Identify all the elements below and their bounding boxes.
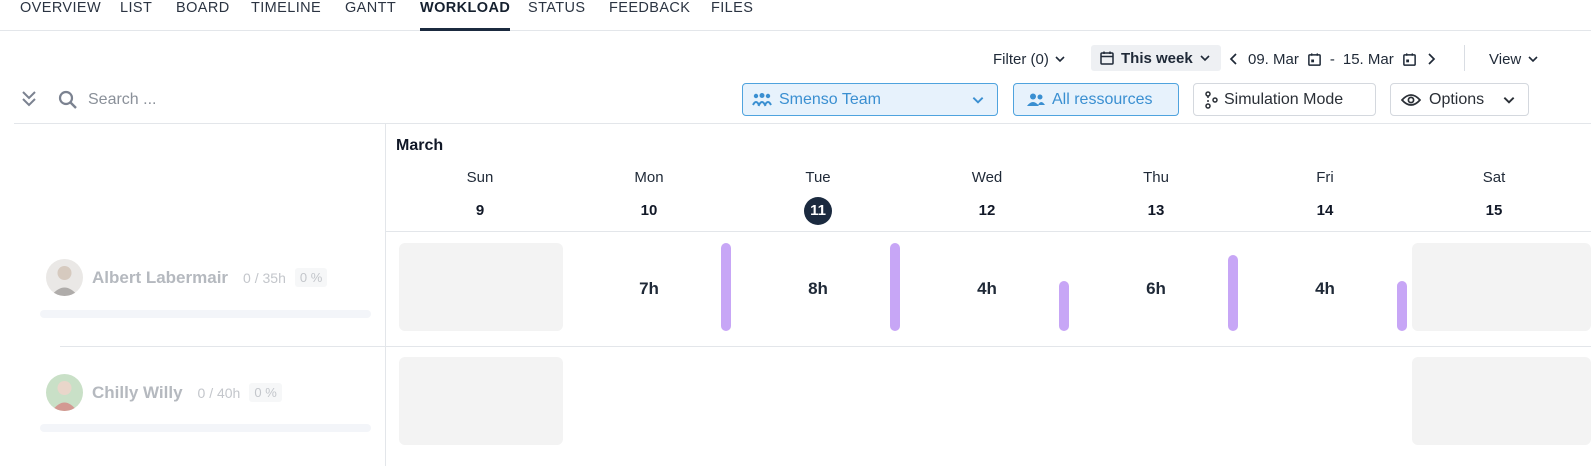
day-header-fri: Fri 14 (1265, 168, 1385, 225)
day-header-sun: Sun 9 (420, 168, 540, 225)
team-label: Smenso Team (779, 90, 881, 108)
tab-feedback[interactable]: FEEDBACK (609, 0, 690, 31)
workload-bar (1397, 281, 1407, 331)
workload-hours[interactable]: 8h (778, 279, 858, 299)
workload-bar (1228, 255, 1238, 331)
day-number: 14 (1316, 202, 1334, 219)
chevron-down-icon (1200, 55, 1210, 62)
calendar-icon[interactable] (1402, 52, 1417, 67)
day-header-thu: Thu 13 (1096, 168, 1216, 225)
tab-files[interactable]: FILES (711, 0, 753, 31)
resources-label: All ressources (1052, 90, 1153, 108)
workload-bar (890, 243, 900, 331)
tab-workload[interactable]: WORKLOAD (420, 0, 511, 31)
workload-hours[interactable]: 4h (1285, 279, 1365, 299)
day-header-mon: Mon 10 (589, 168, 709, 225)
tab-list[interactable]: LIST (120, 0, 152, 31)
period-select[interactable]: This week (1091, 45, 1221, 71)
workload-hours[interactable]: 7h (609, 279, 689, 299)
day-name: Thu (1143, 169, 1169, 186)
day-name: Fri (1316, 169, 1334, 186)
users-icon (1027, 93, 1045, 106)
view-button[interactable]: View (1489, 48, 1539, 70)
month-label: March (396, 137, 444, 154)
day-name: Sun (466, 169, 494, 186)
calendar-icon (1100, 51, 1114, 65)
avatar (46, 374, 83, 411)
toolbar-divider-line (14, 123, 1591, 124)
day-name: Wed (971, 169, 1003, 186)
filter-button[interactable]: Filter (0) (993, 48, 1066, 70)
chevron-left-icon[interactable] (1228, 52, 1240, 66)
row-divider-line (60, 346, 1591, 347)
chevron-down-icon (1528, 56, 1538, 63)
chevron-down-icon (972, 97, 984, 104)
resource-percent: 0 % (249, 383, 282, 402)
all-resources-button[interactable]: All ressources (1013, 83, 1179, 116)
weekend-cell (1412, 243, 1591, 331)
range-end[interactable]: 15. Mar (1343, 51, 1394, 68)
day-header-wed: Wed 12 (927, 168, 1047, 225)
options-label: Options (1429, 90, 1485, 108)
filter-label: Filter (0) (993, 50, 1049, 68)
header-divider-line (386, 231, 1591, 232)
options-button[interactable]: Options (1390, 83, 1529, 116)
column-divider (385, 124, 386, 466)
tab-status[interactable]: STATUS (528, 0, 585, 31)
day-name: Tue (805, 169, 831, 186)
date-range: 09. Mar - 15. Mar (1228, 48, 1437, 70)
day-number: 12 (978, 202, 996, 219)
chevron-right-icon[interactable] (1425, 52, 1437, 66)
tab-timeline[interactable]: TIMELINE (251, 0, 321, 31)
weekend-cell (399, 357, 563, 445)
resource-hours: 0 / 35h (243, 269, 286, 286)
resource-name: Albert Labermair (92, 267, 229, 287)
resource-name: Chilly Willy (92, 382, 183, 402)
workload-hours[interactable]: 4h (947, 279, 1027, 299)
workload-hours[interactable]: 6h (1116, 279, 1196, 299)
tab-gantt[interactable]: GANTT (345, 0, 396, 31)
range-start[interactable]: 09. Mar (1248, 51, 1299, 68)
simulation-mode-button[interactable]: Simulation Mode (1193, 83, 1376, 116)
resource-row-header[interactable]: Chilly Willy 0 / 40h 0 % (46, 374, 282, 411)
eye-icon (1401, 93, 1421, 106)
resource-percent: 0 % (294, 268, 328, 287)
resource-row-header[interactable]: Albert Labermair 0 / 35h 0 % (46, 259, 328, 296)
avatar (46, 259, 83, 296)
toolbar-divider (1464, 45, 1465, 71)
chevron-down-icon (1055, 56, 1065, 63)
day-number: 10 (640, 202, 658, 219)
simulation-label: Simulation Mode (1224, 90, 1344, 108)
weekend-cell (399, 243, 563, 331)
collapse-all-icon[interactable] (20, 89, 38, 109)
range-separator: - (1329, 50, 1335, 68)
day-number: 15 (1485, 202, 1503, 219)
workload-bar (1059, 281, 1069, 331)
day-header-tue: Tue 11 (758, 168, 878, 225)
view-tabs: OVERVIEW LIST BOARD TIMELINE GANTT WORKL… (0, 0, 1591, 31)
day-number: 13 (1147, 202, 1165, 219)
tab-overview[interactable]: OVERVIEW (20, 0, 101, 31)
team-icon (752, 92, 772, 106)
view-label: View (1489, 50, 1522, 68)
team-select[interactable]: Smenso Team (742, 83, 998, 116)
resource-hours: 0 / 40h (197, 384, 241, 401)
day-name: Mon (634, 169, 664, 186)
chevron-down-icon (1503, 97, 1515, 104)
search-icon (58, 90, 77, 109)
day-header-sat: Sat 15 (1434, 168, 1554, 225)
today-badge: 11 (804, 197, 832, 225)
period-label: This week (1121, 49, 1193, 67)
day-name: Sat (1482, 169, 1506, 186)
weekend-cell (1412, 357, 1591, 445)
day-number: 9 (475, 202, 485, 219)
search-input[interactable] (88, 88, 288, 112)
resource-capacity-bar (40, 424, 371, 432)
resource-capacity-bar (40, 310, 371, 318)
calendar-icon[interactable] (1307, 52, 1322, 67)
tab-board[interactable]: BOARD (176, 0, 230, 31)
workload-bar (721, 243, 731, 331)
simulation-icon (1205, 90, 1218, 109)
